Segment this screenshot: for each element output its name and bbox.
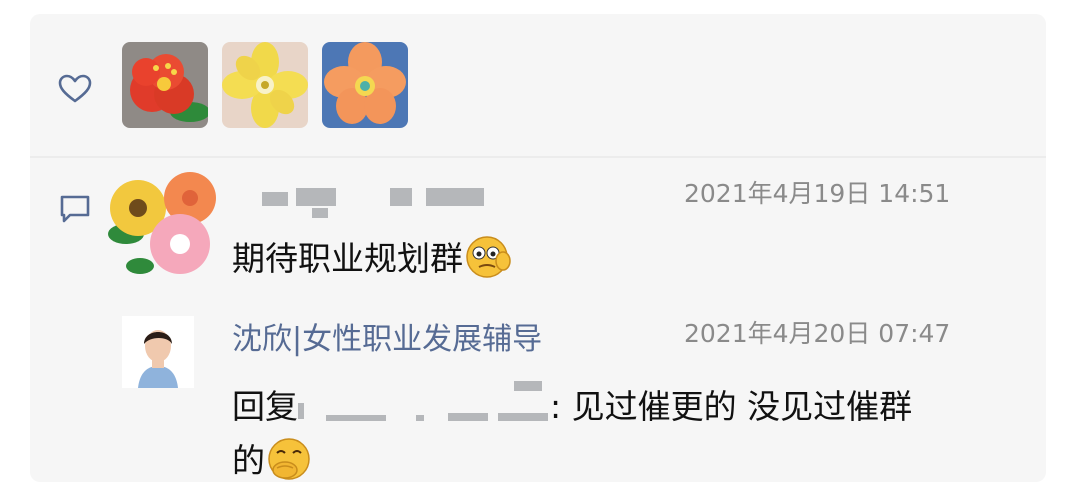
face-emoji-icon xyxy=(463,235,513,287)
yellow-flower-image xyxy=(222,42,308,128)
reply-author-avatar[interactable] xyxy=(122,316,194,388)
liker-avatar-2[interactable] xyxy=(222,42,308,128)
comment-icon xyxy=(60,195,90,223)
likes-row xyxy=(30,14,1046,142)
liker-avatar-3[interactable] xyxy=(322,42,408,128)
commenter-avatar[interactable] xyxy=(100,162,222,286)
reply-text-line-2: 的 xyxy=(232,441,265,480)
replied-user-name-blurred[interactable] xyxy=(298,380,550,425)
reply-text: : 见过催更的 没见过催群 xyxy=(550,387,913,426)
red-flower-image xyxy=(130,54,208,122)
heart-outline-icon xyxy=(58,74,92,103)
reply-prefix: 回复 xyxy=(232,387,298,426)
commenter-name-blurred[interactable] xyxy=(258,174,488,220)
reply-author-name[interactable]: 沈欣|女性职业发展辅导 xyxy=(232,314,542,358)
reply-body-line-1[interactable]: 回复 : 见过催更的 没见过催群 xyxy=(232,380,912,428)
orange-flower-image xyxy=(324,42,406,124)
liker-avatar-1[interactable] xyxy=(122,42,208,128)
divider xyxy=(30,156,1046,158)
thinking-face-emoji-icon xyxy=(265,437,311,483)
woman-portrait-image xyxy=(122,316,194,388)
flower-bouquet-image xyxy=(108,172,216,274)
reply-timestamp: 2021年4月20日 07:47 xyxy=(684,319,951,348)
comment-timestamp: 2021年4月19日 14:51 xyxy=(684,179,951,208)
moments-interaction-panel: 2021年4月19日 14:51 期待职业规划群 沈欣|女性职业发展辅导 202… xyxy=(30,14,1046,482)
comment-text: 期待职业规划群 xyxy=(232,239,463,278)
reply-body-line-2: 的 xyxy=(232,434,311,482)
comment-body[interactable]: 期待职业规划群 xyxy=(232,232,513,287)
